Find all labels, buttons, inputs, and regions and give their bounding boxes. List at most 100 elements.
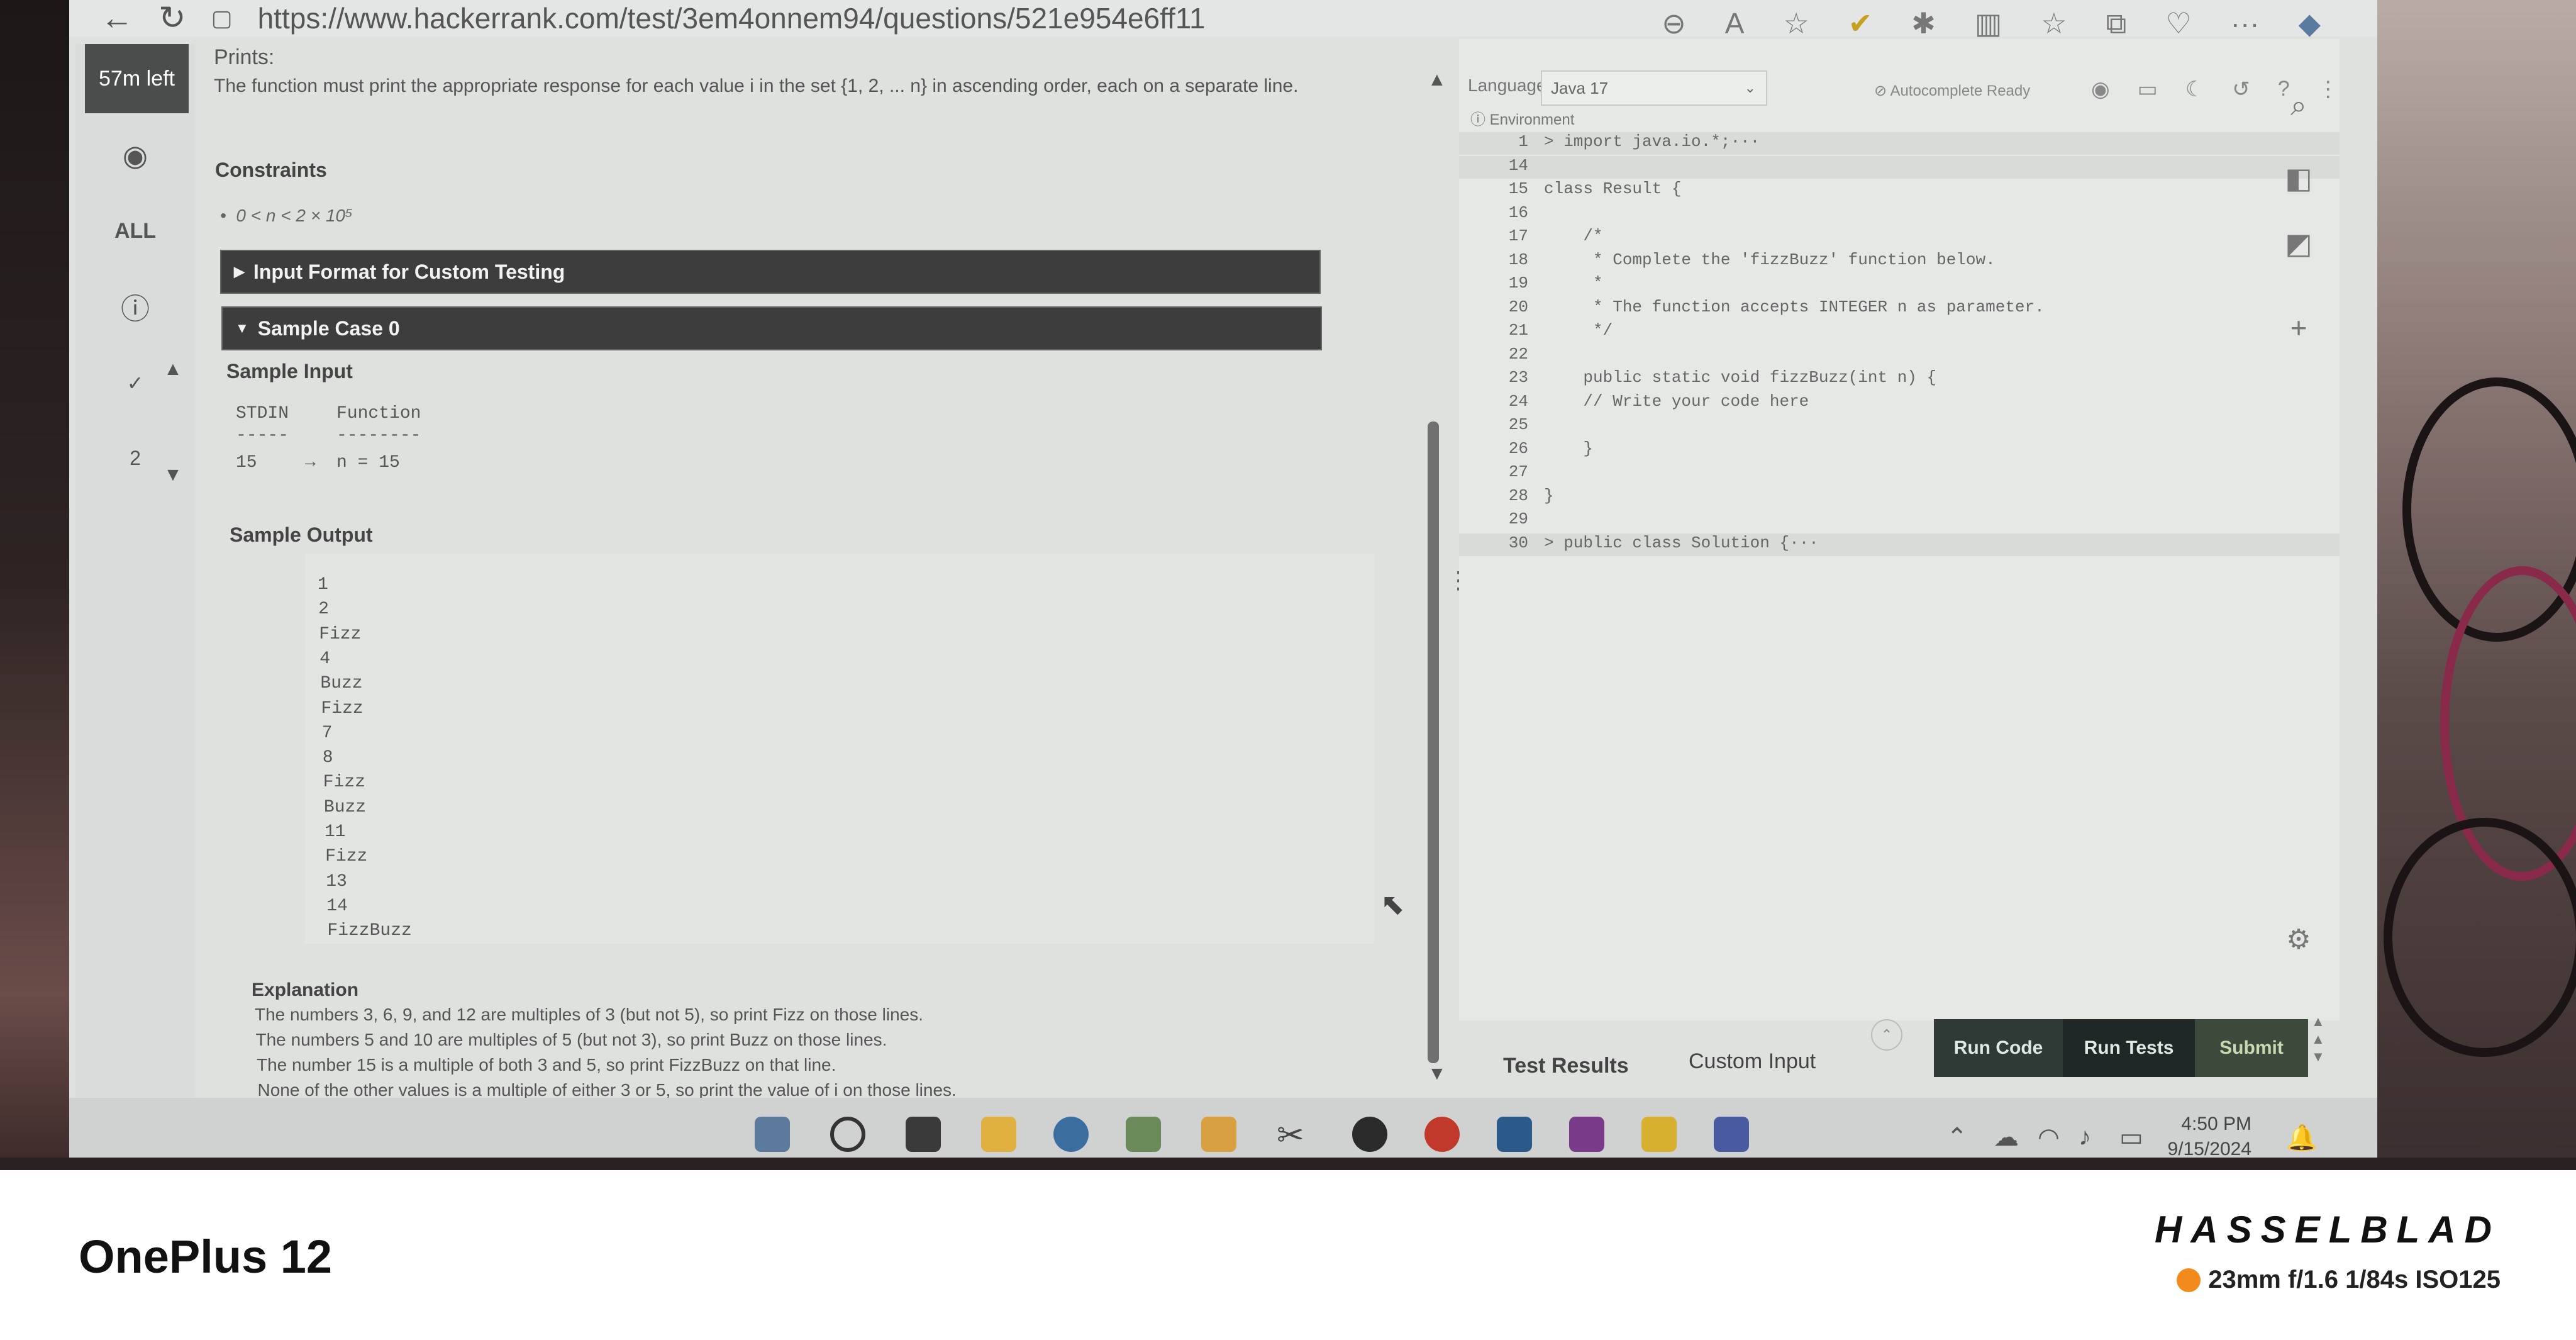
sample-output-line: 1 — [318, 575, 328, 595]
browser-essentials-icon[interactable]: ♡ — [2165, 6, 2191, 42]
code-line[interactable]: 23 public static void fizzBuzz(int n) { — [1459, 368, 2340, 391]
task-view-icon[interactable] — [906, 1117, 941, 1152]
code-text: } — [1544, 486, 1554, 505]
code-line[interactable]: 19 * — [1459, 274, 2340, 296]
constraint-item: • 0 < n < 2 × 10⁵ — [220, 206, 353, 225]
all-questions-link[interactable]: ALL — [75, 219, 195, 243]
line-number: 22 — [1508, 344, 1528, 364]
store-icon[interactable] — [1126, 1117, 1161, 1152]
theme-moon-icon[interactable]: ☾ — [2185, 77, 2204, 102]
scroll-down-arrow-icon[interactable]: ▼ — [1428, 1063, 1446, 1085]
problem-scrollbar[interactable]: ▲ ▼ — [1428, 69, 1446, 1088]
scroll-up-arrow-icon[interactable]: ▲ — [1428, 69, 1446, 91]
constraints-heading: Constraints — [215, 159, 327, 181]
file-explorer-icon[interactable] — [981, 1117, 1016, 1152]
run-code-button[interactable]: Run Code — [1934, 1019, 2063, 1077]
refresh-icon[interactable]: ↻ — [158, 0, 186, 37]
scroll-thumb[interactable] — [1428, 422, 1439, 1063]
onedrive-icon[interactable]: ☁ — [1994, 1123, 2019, 1152]
compass-icon[interactable]: ◉ — [75, 138, 195, 172]
edge-icon[interactable] — [1053, 1117, 1089, 1152]
camera-specs-text: 23mm f/1.6 1/84s ISO125 — [2208, 1266, 2501, 1293]
favorite-star-icon[interactable]: ☆ — [1783, 6, 1809, 42]
code-line[interactable]: 24 // Write your code here — [1459, 392, 2340, 415]
chrome-icon[interactable] — [1424, 1117, 1460, 1152]
copilot-icon[interactable]: ◆ — [2299, 6, 2321, 42]
code-line[interactable]: 1 > import java.io.*;··· — [1459, 132, 2340, 155]
onenote-icon[interactable] — [1569, 1117, 1604, 1152]
caret-right-icon: ▶ — [234, 264, 245, 279]
snipping-tool-icon[interactable]: ✂ — [1277, 1117, 1312, 1154]
code-line[interactable]: 14 — [1459, 155, 2340, 179]
code-line[interactable]: 29 — [1459, 510, 2340, 532]
prints-description: The function must print the appropriate … — [214, 75, 1299, 96]
history-icon[interactable]: ↺ — [2232, 77, 2250, 102]
keyboard-icon[interactable]: ▭ — [2138, 77, 2158, 102]
code-line[interactable]: 25 — [1459, 415, 2340, 438]
collapse-up-icon[interactable]: ⌃ — [1871, 1019, 1902, 1051]
zoom-out-icon[interactable]: ⊖ — [1662, 6, 1686, 42]
tab-test-results[interactable]: Test Results — [1503, 1054, 1629, 1078]
more-menu-icon[interactable]: ··· — [2231, 6, 2260, 42]
tab-custom-input[interactable]: Custom Input — [1689, 1049, 1816, 1074]
submit-button[interactable]: Submit — [2195, 1019, 2308, 1077]
input-format-toggle[interactable]: ▶ Input Format for Custom Testing — [220, 250, 1321, 294]
address-bar[interactable]: https://www.hackerrank.com/test/3em4onne… — [258, 1, 1206, 35]
search-icon[interactable]: ⌕ — [2258, 88, 2340, 123]
info-icon[interactable]: ⓘ — [75, 286, 195, 328]
battery-icon[interactable]: ▭ — [2119, 1123, 2143, 1152]
code-line[interactable]: 27 — [1459, 462, 2340, 485]
read-aloud-icon[interactable]: A — [1725, 6, 1745, 42]
editor-scroll-arrows[interactable]: ▲ ▲ ▼ — [2311, 1013, 2325, 1066]
code-editor: Language Java 17 ⌄ ⓘ Environment ⊘ Autoc… — [1459, 39, 2340, 1020]
sample-output-line: Buzz — [323, 797, 367, 817]
notification-bell-icon[interactable]: 🔔 — [2286, 1123, 2318, 1153]
extension-check-icon[interactable]: ✔ — [1848, 6, 1873, 42]
folder-icon[interactable] — [1201, 1117, 1236, 1152]
outlook-icon[interactable] — [1497, 1117, 1532, 1152]
photo-watermark-footer: OnePlus 12 HASSELBLAD 23mm f/1.6 1/84s I… — [0, 1170, 2576, 1340]
outlook-sidebar-icon[interactable]: ◧ — [2258, 161, 2340, 195]
eye-icon[interactable]: ◉ — [2091, 77, 2110, 102]
code-line[interactable]: 22 — [1459, 345, 2340, 367]
environment-link[interactable]: ⓘ Environment — [1470, 107, 1574, 129]
code-line[interactable]: 21 */ — [1459, 321, 2340, 343]
favorites-list-icon[interactable]: ☆ — [2041, 6, 2067, 42]
start-icon[interactable] — [755, 1117, 790, 1152]
extensions-puzzle-icon[interactable]: ✱ — [1911, 6, 1936, 42]
volume-icon[interactable]: ♪ — [2079, 1123, 2091, 1151]
language-select[interactable]: Java 17 ⌄ — [1541, 70, 1767, 106]
sample-case-toggle[interactable]: ▼ Sample Case 0 — [221, 306, 1322, 350]
code-line[interactable]: 15 class Result { — [1459, 179, 2340, 202]
site-info-icon[interactable]: ▢ — [211, 5, 233, 31]
tray-chevron-icon[interactable]: ⌃ — [1946, 1123, 1968, 1152]
app-icon[interactable] — [1352, 1117, 1387, 1152]
clock[interactable]: 4:50 PM 9/15/2024 — [2168, 1112, 2251, 1162]
sticky-notes-icon[interactable] — [1641, 1117, 1677, 1152]
collections-icon[interactable]: ⧉ — [2106, 6, 2127, 42]
stdin-header: STDIN — [236, 404, 289, 423]
arrow-icon: → — [305, 453, 316, 472]
search-taskbar-icon[interactable] — [830, 1117, 865, 1152]
teams-icon[interactable] — [1714, 1117, 1749, 1152]
code-line[interactable]: 30 > public class Solution {··· — [1459, 533, 2340, 556]
autocomplete-status[interactable]: ⊘ Autocomplete Ready — [1874, 82, 2030, 100]
office-sidebar-icon[interactable]: ◩ — [2258, 226, 2340, 260]
back-arrow-icon[interactable]: ← — [101, 0, 133, 37]
code-line[interactable]: 20 * The function accepts INTEGER n as p… — [1459, 298, 2340, 320]
add-sidebar-icon[interactable]: + — [2258, 311, 2340, 345]
sample-output-line: 8 — [322, 748, 333, 768]
function-dashes: -------- — [336, 426, 421, 445]
line-number: 1 — [1518, 132, 1528, 151]
code-line[interactable]: 26 } — [1459, 439, 2340, 462]
code-line[interactable]: 17 /* — [1459, 226, 2340, 249]
code-line[interactable]: 18 * Complete the 'fizzBuzz' function be… — [1459, 250, 2340, 273]
code-line[interactable]: 28} — [1459, 486, 2340, 509]
camera-brand: HASSELBLAD — [2154, 1209, 2501, 1251]
settings-gear-icon[interactable]: ⚙ — [2258, 924, 2340, 956]
wifi-icon[interactable]: ◠ — [2038, 1123, 2060, 1152]
run-tests-button[interactable]: Run Tests — [2063, 1019, 2195, 1077]
code-line[interactable]: 16 — [1459, 203, 2340, 226]
sample-output-line: Fizz — [319, 624, 362, 644]
split-screen-icon[interactable]: ▥ — [1975, 6, 2002, 42]
